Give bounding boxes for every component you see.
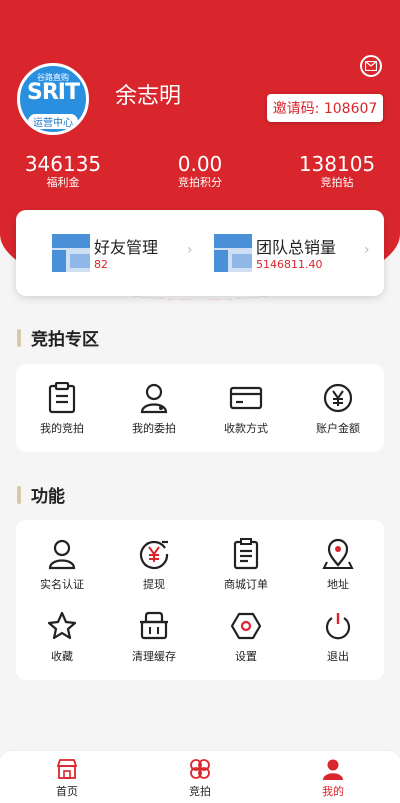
favorites-label: 收藏 (51, 650, 73, 663)
card-icon (229, 386, 263, 410)
basket-icon (140, 611, 168, 640)
my-consignments-label: 我的委拍 (132, 422, 176, 435)
shop-orders-label: 商城订单 (224, 578, 268, 591)
auction-section-label: 竞拍专区 (31, 330, 99, 350)
stat-auction-diamonds[interactable]: 138105 竞拍钻 (277, 152, 397, 190)
withdraw-label: 提现 (143, 578, 165, 591)
payment-methods[interactable]: 收款方式 (200, 382, 292, 436)
user-icon (140, 383, 168, 414)
chevron-right-icon: › (364, 242, 370, 258)
friends-count: 82 (94, 258, 108, 271)
team-sales[interactable]: 团队总销量 5146811.40 › (214, 232, 374, 276)
settings[interactable]: 设置 (200, 610, 292, 664)
yen-circle-icon (323, 383, 353, 413)
stat-value: 346135 (24, 152, 102, 176)
my-auctions[interactable]: 我的竞拍 (16, 382, 108, 436)
profile-icon (323, 759, 343, 780)
logout[interactable]: 退出 (292, 610, 384, 664)
auction-section-title: 竞拍专区 (17, 325, 99, 350)
avatar-brand-sub: 运营中心 (28, 114, 78, 129)
stat-label: 竞拍积分 (178, 176, 222, 189)
section-bar (17, 328, 21, 347)
auction-panel: 我的竞拍 我的委拍 收款方式 账户金额 (16, 364, 384, 452)
friends-management[interactable]: 好友管理 82 › (52, 232, 202, 276)
function-section-label: 功能 (31, 487, 65, 507)
shop-orders[interactable]: 商城订单 (200, 538, 292, 592)
favorites[interactable]: 收藏 (16, 610, 108, 664)
stat-label: 福利金 (46, 176, 80, 189)
tab-auction[interactable]: 竞拍 (155, 757, 245, 799)
stat-value: 138105 (298, 152, 376, 176)
settings-icon (230, 612, 262, 640)
stat-value: 0.00 (177, 152, 223, 176)
settings-label: 设置 (235, 650, 257, 663)
avatar-brand-main: SRIT (27, 80, 80, 105)
order-icon (233, 538, 259, 570)
friends-title: 好友管理 (94, 238, 159, 257)
withdraw[interactable]: 提现 (108, 538, 200, 592)
user-name: 余志明 (115, 84, 182, 109)
tab-auction-label: 竞拍 (189, 785, 211, 798)
account-balance-label: 账户金额 (316, 422, 360, 435)
yen-withdraw-icon (140, 540, 169, 570)
stat-label: 竞拍钻 (320, 176, 354, 189)
my-consignments[interactable]: 我的委拍 (108, 382, 200, 436)
person-icon (48, 539, 76, 570)
section-bar (17, 485, 21, 504)
avatar[interactable]: 谷路直购 SRIT 运营中心 (17, 63, 89, 135)
my-auctions-label: 我的竞拍 (40, 422, 84, 435)
power-icon (325, 613, 351, 640)
chevron-right-icon: › (187, 242, 193, 258)
location-icon (322, 538, 354, 569)
bottom-tab-bar: 首页 竞拍 我的 (0, 750, 400, 803)
payment-methods-label: 收款方式 (224, 422, 268, 435)
logout-label: 退出 (327, 650, 349, 663)
account-balance[interactable]: 账户金额 (292, 382, 384, 436)
address-label: 地址 (327, 578, 349, 591)
tab-mine[interactable]: 我的 (288, 757, 378, 799)
team-sales-value: 5146811.40 (256, 258, 323, 271)
tab-mine-label: 我的 (322, 785, 344, 798)
clipboard-icon (48, 382, 76, 414)
invite-code-badge[interactable]: 邀请码: 108607 (267, 94, 383, 122)
summary-card: 好友管理 82 › 团队总销量 5146811.40 › (16, 210, 384, 296)
team-sales-icon (214, 234, 252, 272)
mail-icon[interactable] (360, 55, 382, 77)
team-sales-title: 团队总销量 (256, 238, 337, 257)
clear-cache[interactable]: 清理缓存 (108, 610, 200, 664)
stats-row: 346135 福利金 0.00 竞拍积分 138105 竞拍钻 (0, 152, 400, 196)
tab-home-label: 首页 (56, 785, 78, 798)
star-icon (47, 611, 77, 640)
clear-cache-label: 清理缓存 (132, 650, 176, 663)
stat-auction-points[interactable]: 0.00 竞拍积分 (140, 152, 260, 190)
function-section-title: 功能 (17, 482, 65, 507)
clover-icon (190, 759, 210, 779)
address[interactable]: 地址 (292, 538, 384, 592)
real-name-verification[interactable]: 实名认证 (16, 538, 108, 592)
real-name-label: 实名认证 (40, 578, 84, 591)
friends-icon (52, 234, 90, 272)
shop-icon (56, 759, 78, 779)
tab-home[interactable]: 首页 (22, 757, 112, 799)
stat-welfare[interactable]: 346135 福利金 (3, 152, 123, 190)
function-panel: 实名认证 提现 商城订单 地址 收藏 清理缓存 设置 退出 (16, 520, 384, 680)
